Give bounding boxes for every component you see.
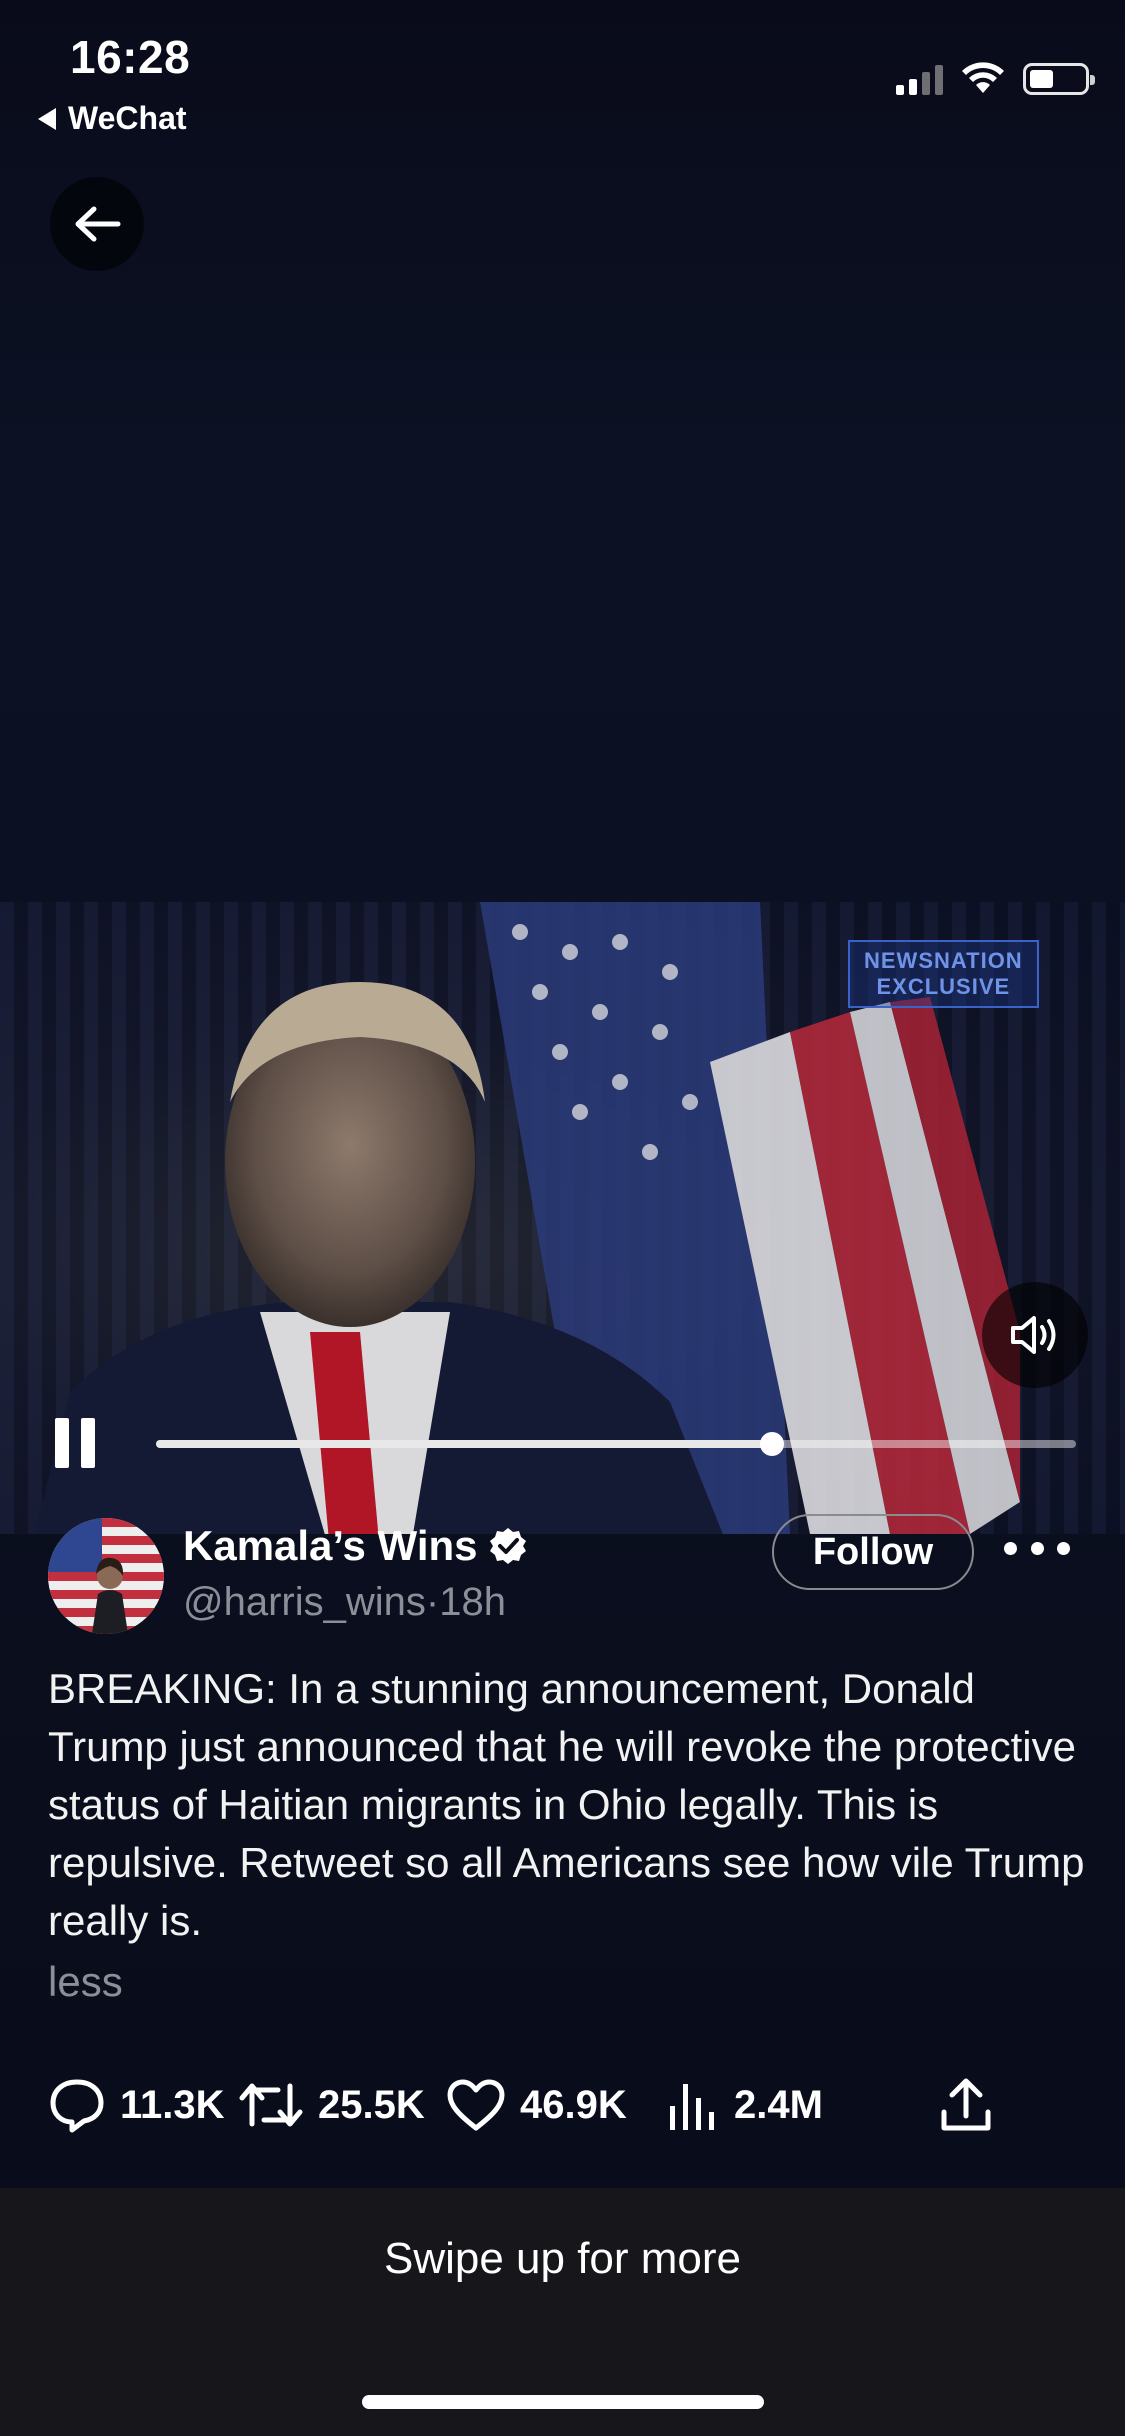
views-bar-chart-icon [670,2084,714,2130]
watermark-line1: NEWSNATION [864,948,1023,973]
show-less-link[interactable]: less [48,1958,123,2006]
author-name[interactable]: Kamala’s Wins [183,1522,528,1570]
swipe-up-label: Swipe up for more [383,2234,742,2283]
sound-toggle-button[interactable] [982,1282,1088,1388]
home-indicator[interactable] [362,2395,764,2409]
views-button[interactable]: 2.4M [666,2070,823,2140]
arrow-left-icon [75,206,121,242]
reply-count: 11.3K [120,2082,225,2127]
back-triangle-icon [38,107,56,130]
follow-button[interactable]: Follow [772,1514,974,1590]
share-button[interactable] [938,2070,994,2140]
speaker-on-icon [1011,1316,1056,1354]
view-count: 2.4M [734,2082,823,2127]
retweet-icon [239,2083,303,2127]
share-upload-icon [941,2078,991,2131]
author-name-text: Kamala’s Wins [183,1522,478,1569]
wifi-icon [962,62,1004,93]
more-options-icon[interactable] [1004,1528,1070,1568]
progress-played [156,1440,773,1448]
tweet-actions: 11.3K 25.5K 46.9K 2.4M [48,2070,1088,2140]
like-count: 46.9K [520,2082,627,2127]
video-progress-bar[interactable] [156,1432,1076,1456]
status-time: 16:28 [70,31,191,83]
like-button[interactable]: 46.9K [446,2070,627,2140]
back-app-label: WeChat [68,100,187,136]
status-icons [896,62,1095,96]
newsnation-watermark: NEWSNATION EXCLUSIVE [848,940,1039,1008]
reply-button[interactable]: 11.3K [48,2070,225,2140]
reply-icon [50,2079,104,2133]
pause-bar-left [55,1418,69,1468]
avatar-image [48,1518,164,1634]
tweet-text: BREAKING: In a stunning announcement, Do… [48,1665,1085,1944]
separator-dot: · [425,1580,440,1624]
verified-badge-icon [489,1528,526,1564]
retweet-button[interactable]: 25.5K [238,2070,425,2140]
pause-bar-right [81,1418,95,1468]
pause-button[interactable] [55,1418,105,1470]
author-handle-line: @harris_wins·18h [183,1580,506,1625]
heart-icon [447,2079,505,2131]
screen: 16:28 WeChat NEWSNATION EXCLUSIVE Kamala… [0,0,1125,2436]
watermark-line2: EXCLUSIVE [876,974,1011,999]
wechat-back-link[interactable]: WeChat [38,100,187,137]
back-button[interactable] [50,177,144,271]
post-age: 18h [439,1580,506,1624]
avatar[interactable] [48,1518,164,1634]
cellular-signal-icon [896,63,943,95]
battery-icon [1023,63,1095,95]
author-handle[interactable]: @harris_wins [183,1580,426,1624]
retweet-count: 25.5K [318,2082,425,2127]
